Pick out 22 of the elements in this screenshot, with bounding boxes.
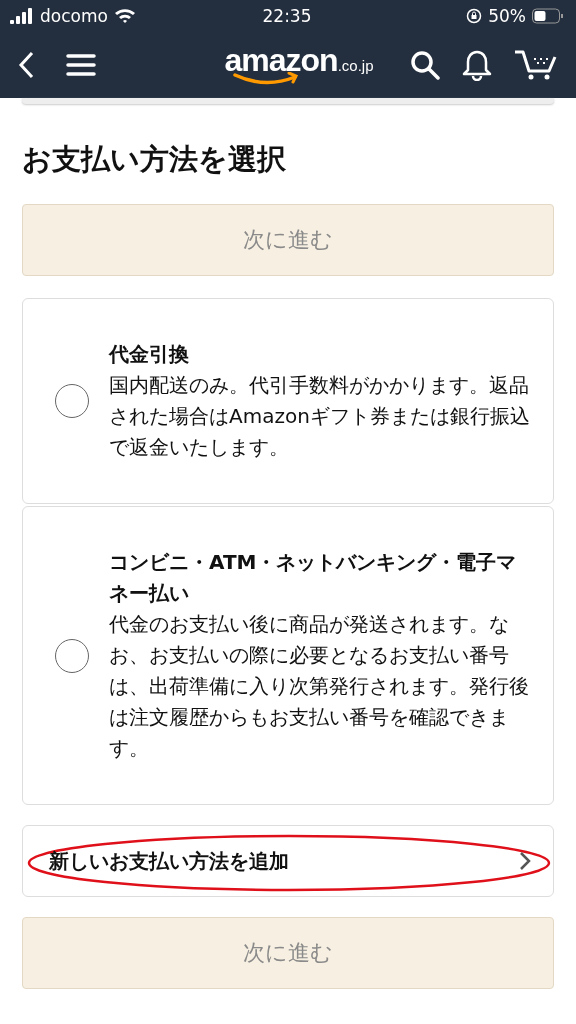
option-description: 代金のお支払い後に商品が発送されます。なお、お支払いの際に必要となるお支払い番号は、出荷準備に入り次第発行されます。発行後は注文履歴からもお支払い番号を確認できます。 — [109, 611, 530, 762]
payment-option-card[interactable]: 代金引換 国内配送のみ。代引手数料がかかります。返品された場合はAmazonギフト券または銀行振込で返金いたします。 — [22, 298, 554, 504]
back-icon[interactable] — [18, 51, 34, 79]
carrier-name: docomo — [40, 6, 108, 26]
add-payment-method-link[interactable]: 新しいお支払い方法を追加 — [22, 825, 554, 897]
payment-option-card[interactable]: コンビニ・ATM・ネットバンキング・電子マネー払い 代金のお支払い後に商品が発送されます。なお、お支払いの際に必要となるお支払い番号は、出荷準備に入り次第発行されます。発行後は注文履歴からもお支払い番号を確認できます。 — [22, 506, 554, 805]
battery-percent: 50% — [488, 6, 526, 26]
amazon-logo[interactable]: amazon.co.jp — [224, 44, 374, 86]
wifi-icon — [113, 8, 136, 24]
option-title: コンビニ・ATM・ネットバンキング・電子マネー払い — [109, 549, 518, 607]
bell-icon[interactable] — [462, 49, 492, 81]
signal-icon — [10, 8, 34, 24]
clock-time: 22:35 — [262, 6, 312, 26]
option-description: 国内配送のみ。代引手数料がかかります。返品された場合はAmazonギフト券または銀行振込で返金いたします。 — [109, 372, 531, 461]
chevron-right-icon — [519, 851, 531, 871]
page-title: お支払い方法を選択 — [22, 141, 287, 178]
cart-icon[interactable] — [514, 49, 558, 81]
menu-icon[interactable] — [66, 53, 96, 77]
option-title: 代金引換 — [109, 341, 190, 368]
battery-icon — [532, 8, 564, 24]
rotation-lock-icon — [466, 8, 483, 24]
search-icon[interactable] — [410, 50, 440, 80]
